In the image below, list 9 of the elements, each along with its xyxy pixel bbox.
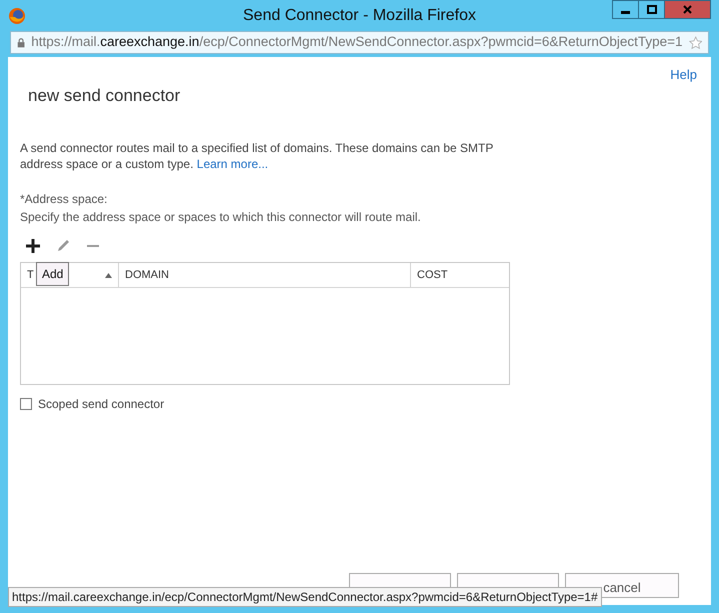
add-tooltip: Add <box>36 262 70 286</box>
window-title: Send Connector - Mozilla Firefox <box>242 6 477 26</box>
description-text: A send connector routes mail to a specified list of domains. These domains can be SMTP address space or a custom type. Learn more... <box>20 140 494 172</box>
checkbox-label: Scoped send connector <box>38 396 164 413</box>
address-space-label: *Address space: <box>20 191 108 208</box>
link-status-tooltip: https://mail.careexchange.in/ecp/ConnectorMgmt/NewSendConnector.aspx?pwmcid=6&ReturnObjectType=1# <box>8 587 602 607</box>
url-text: https://mail.careexchange.in/ecp/ConnectorMgmt/NewSendConnector.aspx?pwmcid=6&ReturnObjectType=1 <box>31 33 683 52</box>
address-space-hint: Specify the address space or spaces to which this connector will route mail. <box>20 209 422 226</box>
page-title: new send connector <box>27 84 182 106</box>
